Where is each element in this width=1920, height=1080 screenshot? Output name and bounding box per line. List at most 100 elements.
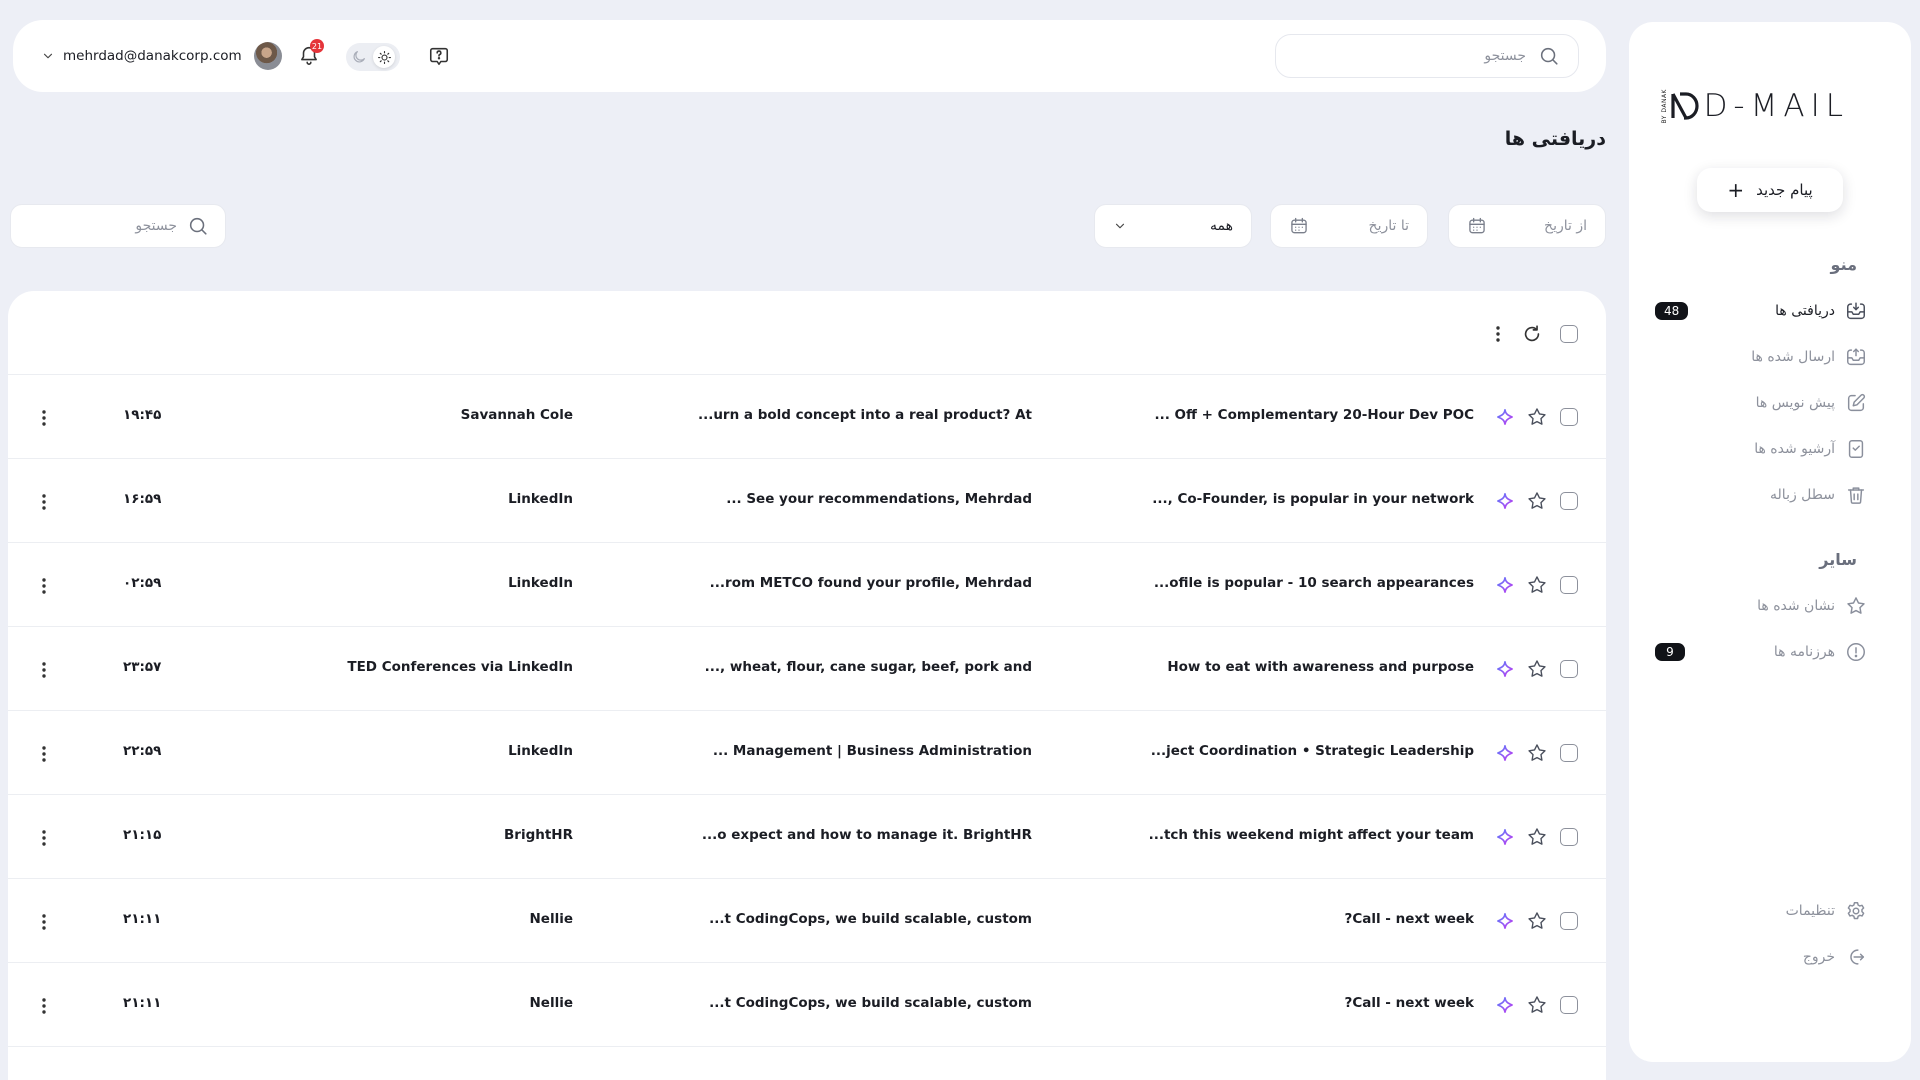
sidebar-item-drafts[interactable]: پیش نویس ها	[1655, 388, 1867, 418]
ai-sparkle-icon[interactable]	[1496, 660, 1514, 678]
help-chat-icon[interactable]	[428, 45, 450, 67]
mail-sender: Nellie	[529, 911, 574, 927]
more-vertical-icon[interactable]	[41, 576, 47, 596]
refresh-icon[interactable]	[1521, 323, 1543, 345]
row-checkbox[interactable]	[1560, 492, 1578, 510]
ai-sparkle-icon[interactable]	[1496, 744, 1514, 762]
sidebar-item-sent[interactable]: ارسال شده ها	[1655, 342, 1867, 372]
row-checkbox[interactable]	[1560, 828, 1578, 846]
ai-sparkle-icon[interactable]	[1496, 828, 1514, 846]
avatar[interactable]	[253, 42, 282, 70]
logo-text: D-MAIL	[1703, 88, 1849, 124]
mail-time: ۰۲:۵۹	[123, 575, 162, 591]
mail-snippet: ...t CodingCops, we build scalable, cust…	[709, 995, 1032, 1011]
ai-sparkle-icon[interactable]	[1496, 408, 1514, 426]
ai-sparkle-icon[interactable]	[1496, 576, 1514, 594]
sidebar-item-trash[interactable]: سطل زباله	[1655, 480, 1867, 510]
sidebar-item-label: سطل زباله	[1770, 487, 1835, 503]
inbox-count-badge: 48	[1655, 302, 1689, 320]
mail-row[interactable]: How to eat with awareness and purpose ..…	[8, 627, 1606, 711]
mail-time: ۲۲:۵۹	[123, 743, 162, 759]
mail-snippet: ...o expect and how to manage it. Bright…	[701, 827, 1032, 843]
ai-sparkle-icon[interactable]	[1496, 912, 1514, 930]
mail-list-panel: ... Off + Complementary 20-Hour Dev POC …	[8, 291, 1606, 1080]
star-icon[interactable]	[1526, 910, 1548, 932]
sidebar-item-starred[interactable]: نشان شده ها	[1655, 591, 1867, 621]
star-icon	[1847, 597, 1865, 614]
top-search-input[interactable]	[1294, 48, 1526, 64]
star-icon[interactable]	[1526, 658, 1548, 680]
mail-subject: ..., Co-Founder, is popular in your netw…	[1152, 491, 1474, 507]
logo[interactable]: BY DANAK D-MAIL	[1661, 88, 1849, 124]
ai-sparkle-icon[interactable]	[1496, 492, 1514, 510]
sidebar-item-label: هرزنامه ها	[1773, 644, 1835, 660]
mail-row[interactable]: ?Call - next week ...t CodingCops, we bu…	[8, 879, 1606, 963]
top-search-box[interactable]	[1275, 34, 1579, 78]
filter-select[interactable]: همه	[1094, 204, 1252, 248]
row-checkbox[interactable]	[1560, 744, 1578, 762]
new-message-button[interactable]: پیام جدید +	[1697, 168, 1843, 212]
to-date-picker[interactable]: تا تاریخ	[1270, 204, 1428, 248]
archive-icon	[1848, 440, 1864, 458]
mail-row[interactable]: ...ject Coordination • Strategic Leaders…	[8, 711, 1606, 795]
star-icon[interactable]	[1526, 994, 1548, 1016]
star-icon[interactable]	[1526, 490, 1548, 512]
more-vertical-icon[interactable]	[41, 828, 47, 848]
mail-sender: LinkedIn	[508, 575, 573, 591]
from-date-picker[interactable]: از تاریخ	[1448, 204, 1606, 248]
trash-icon	[1847, 487, 1865, 504]
more-vertical-icon[interactable]	[41, 912, 47, 932]
calendar-icon	[1469, 217, 1485, 234]
star-icon[interactable]	[1526, 742, 1548, 764]
mail-row[interactable]: ...tch this weekend might affect your te…	[8, 795, 1606, 879]
more-vertical-icon[interactable]	[41, 408, 47, 428]
sidebar-item-archive[interactable]: آرشیو شده ها	[1655, 434, 1867, 464]
sun-icon	[377, 50, 391, 64]
mail-row[interactable]: ..., Co-Founder, is popular in your netw…	[8, 459, 1606, 543]
ai-sparkle-icon[interactable]	[1496, 996, 1514, 1014]
gear-icon	[1847, 902, 1865, 920]
user-menu[interactable]: mehrdad@danakcorp.com	[41, 40, 282, 72]
star-icon[interactable]	[1526, 406, 1548, 428]
mail-time: ۲۳:۵۷	[123, 659, 162, 675]
row-checkbox[interactable]	[1560, 660, 1578, 678]
star-icon[interactable]	[1526, 826, 1548, 848]
more-vertical-icon[interactable]	[41, 996, 47, 1016]
chevron-down-icon	[1115, 223, 1125, 229]
mail-time: ۲۱:۱۱	[123, 995, 162, 1011]
logout-icon	[1850, 949, 1865, 965]
row-checkbox[interactable]	[1560, 912, 1578, 930]
user-email: mehrdad@danakcorp.com	[63, 48, 242, 64]
row-checkbox[interactable]	[1560, 576, 1578, 594]
sent-icon	[1847, 348, 1865, 366]
mail-row[interactable]: ... Off + Complementary 20-Hour Dev POC …	[8, 375, 1606, 459]
mail-subject: ...ofile is popular - 10 search appearan…	[1153, 575, 1474, 591]
other-section-title: سایر	[1819, 550, 1857, 569]
mail-subject: ... Off + Complementary 20-Hour Dev POC	[1154, 407, 1474, 423]
mail-sender: BrightHR	[504, 827, 573, 843]
sidebar-item-spam[interactable]: هرزنامه ها 9	[1655, 637, 1867, 667]
select-all-checkbox[interactable]	[1560, 325, 1578, 343]
more-vertical-icon[interactable]	[41, 660, 47, 680]
row-checkbox[interactable]	[1560, 996, 1578, 1014]
mail-row[interactable]: ?Call - next week ...t CodingCops, we bu…	[8, 963, 1606, 1047]
more-vertical-icon[interactable]	[41, 744, 47, 764]
sidebar-item-logout[interactable]: خروج	[1655, 942, 1867, 972]
chevron-down-icon	[43, 53, 53, 59]
mail-row[interactable]: ...ofile is popular - 10 search appearan…	[8, 543, 1606, 627]
sidebar-item-inbox[interactable]: دریافتی ها 48	[1655, 296, 1867, 326]
search-icon	[1540, 47, 1558, 65]
row-checkbox[interactable]	[1560, 408, 1578, 426]
list-search-input[interactable]	[27, 218, 177, 234]
mail-subject: How to eat with awareness and purpose	[1167, 659, 1474, 675]
theme-toggle[interactable]	[346, 43, 400, 71]
sidebar: BY DANAK D-MAIL پیام جدید + منو دریافتی …	[1629, 22, 1911, 1062]
sidebar-item-settings[interactable]: تنظیمات	[1655, 896, 1867, 926]
more-vertical-icon[interactable]	[41, 492, 47, 512]
to-date-label: تا تاریخ	[1368, 218, 1409, 234]
sidebar-item-label: نشان شده ها	[1757, 598, 1835, 614]
moon-icon	[353, 51, 365, 63]
list-search-box[interactable]	[10, 204, 226, 248]
star-icon[interactable]	[1526, 574, 1548, 596]
more-vertical-icon[interactable]	[1495, 324, 1501, 344]
